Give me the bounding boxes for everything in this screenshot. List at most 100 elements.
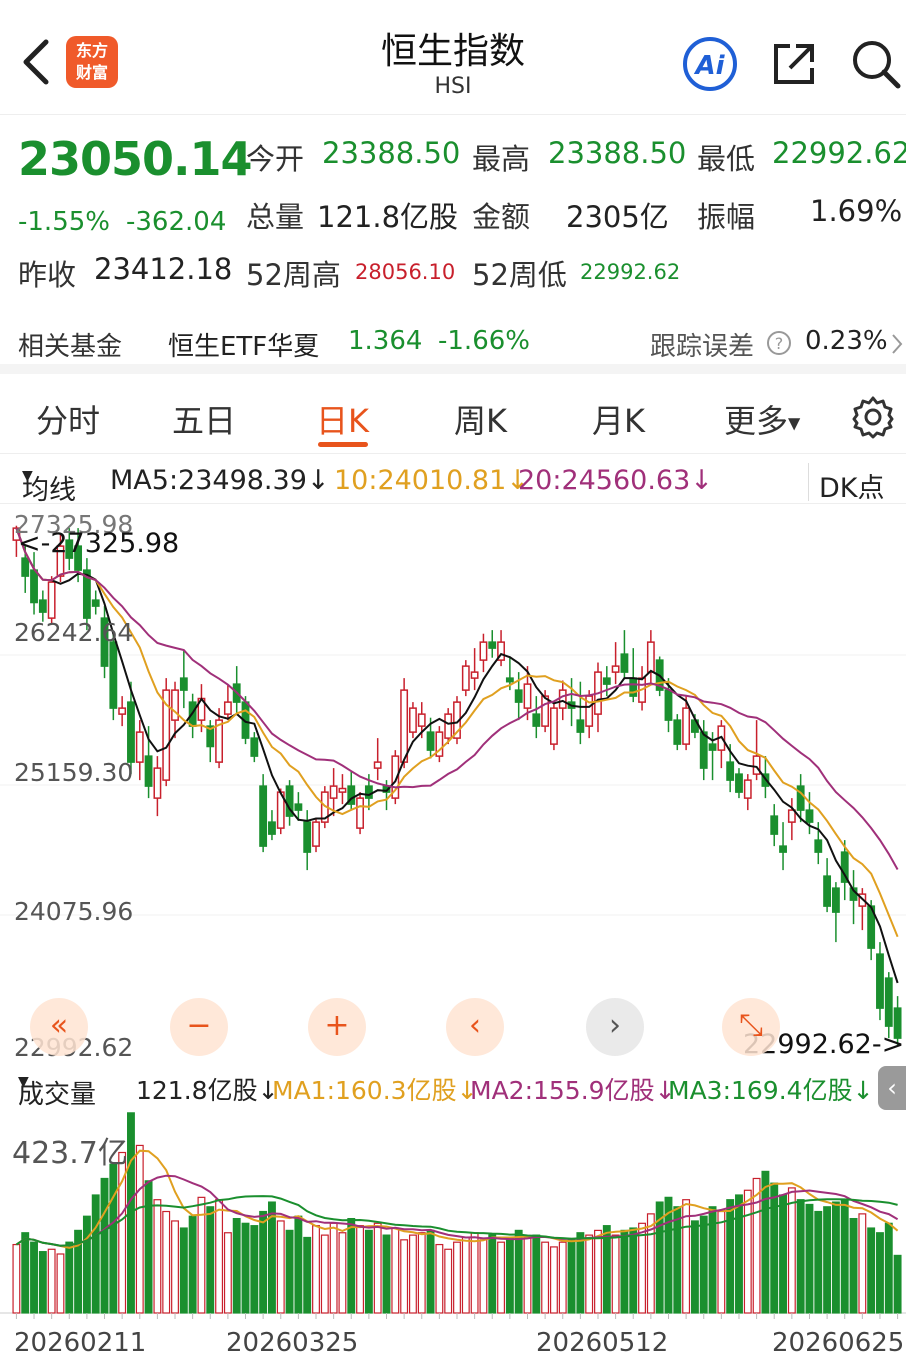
volume-bar (594, 1229, 602, 1314)
volume-bar (461, 1236, 470, 1314)
volume-bar (743, 1189, 752, 1314)
kline-chart[interactable] (0, 505, 906, 1065)
candle-body (364, 785, 373, 799)
candle-body (470, 671, 479, 679)
search-icon[interactable] (850, 38, 902, 90)
candle-body (179, 677, 188, 691)
candle-body (479, 641, 488, 661)
candle-body (356, 797, 364, 829)
fullscreen-button[interactable]: ⤡ (722, 998, 780, 1056)
candle-body (805, 809, 814, 823)
y-tick-2: 26242.64 (14, 618, 134, 647)
fund-name[interactable]: 恒生ETF华夏 (168, 326, 319, 363)
candle-body (259, 785, 268, 847)
tab-more[interactable]: 更多▼ (724, 396, 800, 442)
candle-body (779, 845, 787, 853)
ma10-value: 10:24010.81↓ (334, 465, 529, 496)
x-tick-4: 20260625 (772, 1328, 905, 1358)
candle-body (823, 875, 832, 907)
fund-change: -1.66% (438, 326, 530, 356)
change-percent: -1.55% (18, 207, 110, 237)
candle-body (541, 695, 550, 727)
scroll-left-fast-button[interactable]: « (30, 998, 88, 1056)
vol-ma3-value: MA3:169.4亿股↓ (668, 1076, 874, 1105)
vol-ma1-value: MA1:160.3亿股↓ (272, 1076, 478, 1105)
chevron-right-icon[interactable] (890, 332, 904, 356)
volume-bar (823, 1206, 832, 1314)
volume-bar (56, 1253, 65, 1314)
volume-chart[interactable] (0, 1108, 906, 1323)
volume-bar (171, 1220, 179, 1314)
volume-bar (453, 1241, 461, 1314)
caret-down-icon: ▼ (18, 1074, 29, 1090)
candle-body (171, 689, 179, 721)
related-fund-row[interactable]: 相关基金 恒生ETF华夏 1.364 -1.66% 跟踪误差 ? 0.23% (0, 318, 906, 374)
volume-selector-label: 成交量 (18, 1080, 97, 1110)
volume-bar (435, 1243, 444, 1314)
zoom-out-button[interactable]: − (170, 998, 228, 1056)
volume-bar (232, 1217, 241, 1314)
volume-bar (629, 1227, 638, 1314)
tab-weekly-k[interactable]: 周K (454, 396, 507, 442)
candle-body (250, 737, 259, 757)
dk-point-label: DK点 (819, 473, 885, 504)
x-tick-1: 20260211 (14, 1328, 147, 1358)
ai-assistant-icon[interactable]: Ai (681, 35, 739, 93)
change-amount: -362.04 (126, 207, 227, 237)
scroll-right-button[interactable]: › (586, 998, 644, 1056)
volume-bar (876, 1232, 884, 1314)
candle-body (488, 641, 497, 649)
ai-label: Ai (693, 51, 725, 81)
volume-bar (276, 1220, 285, 1314)
candle-body (144, 755, 153, 787)
volume-bar (408, 1234, 417, 1314)
volume-bar (391, 1227, 400, 1314)
candle-body (303, 821, 312, 853)
candle-body (118, 707, 127, 715)
x-tick-3: 20260512 (536, 1328, 669, 1358)
volume-label: 总量 (246, 200, 305, 234)
amount-value: 2305亿 (566, 200, 669, 234)
volume-value: 121.8亿股↓ (136, 1076, 279, 1105)
y-tick-4: 24075.96 (14, 897, 134, 926)
candle-body (682, 707, 691, 745)
tab-five-day[interactable]: 五日 (172, 396, 236, 442)
open-label: 今开 (246, 142, 305, 176)
candle-body (664, 689, 673, 721)
gear-icon[interactable] (850, 394, 896, 440)
candle-body (876, 953, 884, 1009)
candle-body (153, 767, 162, 799)
candle-body (329, 785, 338, 799)
volume-bar (21, 1232, 30, 1314)
tab-daily-k[interactable]: 日K (316, 396, 369, 442)
prev-close-value: 23412.18 (94, 252, 233, 286)
candle-body (646, 641, 655, 673)
period-tabs: 分时 五日 日K 周K 月K 更多▼ (0, 384, 906, 454)
candle-body (444, 713, 453, 739)
volume-bar (109, 1163, 118, 1314)
tab-monthly-k[interactable]: 月K (592, 396, 645, 442)
candle-body (576, 719, 585, 733)
tab-more-label: 更多 (724, 402, 789, 440)
volume-bar (470, 1232, 479, 1314)
share-icon[interactable] (768, 38, 820, 90)
volume-bar (761, 1170, 770, 1314)
dk-point-button[interactable]: DK点 (808, 463, 906, 504)
candle-body (109, 641, 118, 709)
volume-bar (382, 1234, 391, 1314)
volume-bar (12, 1243, 21, 1314)
low-label: 最低 (697, 142, 756, 176)
scroll-left-button[interactable]: ‹ (446, 998, 504, 1056)
volume-bar (338, 1232, 347, 1314)
last-price: 23050.14 (18, 132, 253, 186)
candle-body (726, 761, 735, 781)
volume-bar (206, 1206, 215, 1314)
candle-body (47, 581, 56, 619)
collapse-panel-button[interactable]: ‹ (878, 1066, 906, 1110)
zoom-in-button[interactable]: + (308, 998, 366, 1056)
tab-intraday[interactable]: 分时 (36, 396, 100, 442)
help-icon[interactable]: ? (766, 330, 792, 356)
vol-ma2-value: MA2:155.9亿股↓ (470, 1076, 676, 1105)
volume-bar (400, 1239, 409, 1314)
volume-bar (814, 1210, 823, 1314)
